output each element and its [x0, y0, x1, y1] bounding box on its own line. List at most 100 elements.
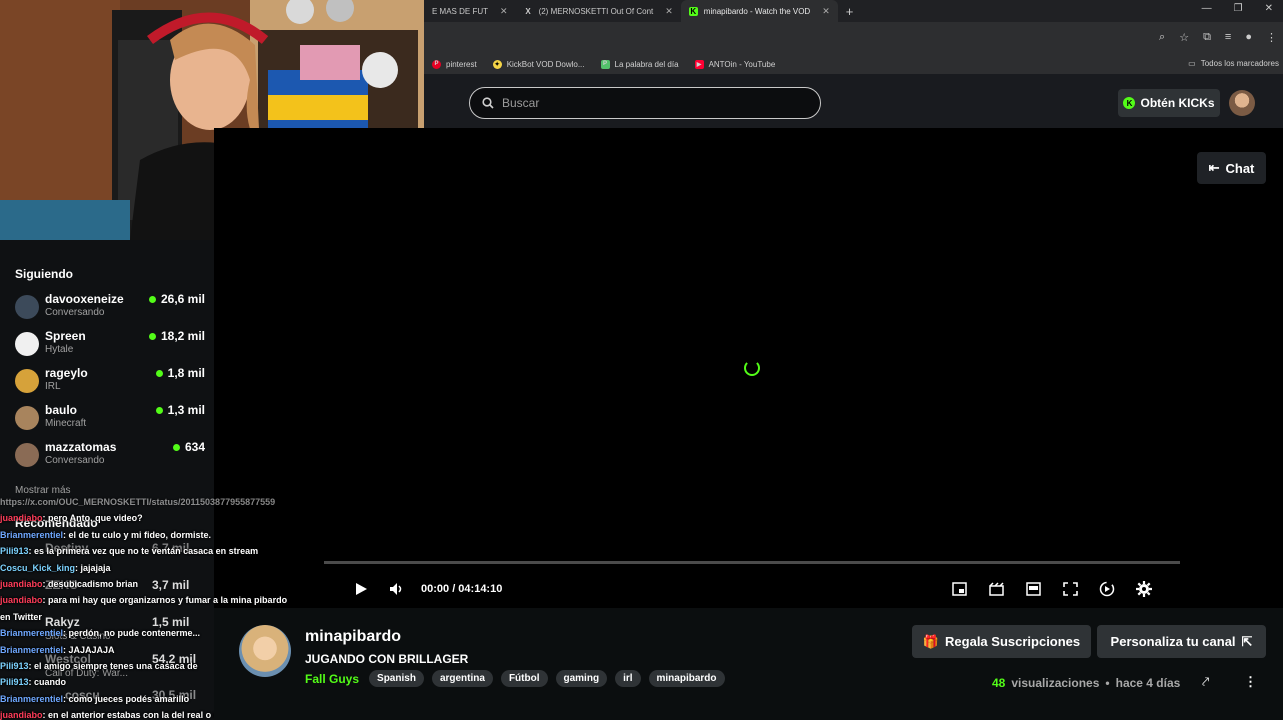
close-icon[interactable]: ✕: [822, 6, 830, 17]
site-header: Buscar K Obtén KICKs: [424, 74, 1283, 128]
avatar: [15, 443, 39, 467]
viewers: 1,3 mil: [167, 403, 205, 417]
tag[interactable]: irl: [615, 670, 641, 687]
avatar: [15, 369, 39, 393]
fullscreen-icon[interactable]: [1063, 582, 1078, 596]
theater-mode-icon[interactable]: [1026, 582, 1041, 596]
avatar: [15, 332, 39, 356]
tag[interactable]: gaming: [555, 670, 608, 687]
window-controls: — ❐ ✕: [1202, 3, 1273, 14]
channel-name[interactable]: minapibardo: [305, 628, 401, 646]
live-dot-icon: [172, 443, 180, 451]
customize-channel-button[interactable]: Personaliza tu canal ⇱: [1097, 625, 1266, 658]
sidebar-channel-spreen[interactable]: Spreen Hytale 18,2 mil: [15, 329, 205, 363]
search-icon: [482, 97, 494, 109]
tab-2-label: (2) MERNOSKETTI Out Of Cont: [538, 6, 654, 16]
chat-line: Pili913: es la primera vez que no te ven…: [0, 546, 259, 557]
profile-icon[interactable]: ●: [1245, 31, 1252, 44]
viewers: 1,8 mil: [167, 366, 205, 380]
miniplayer-icon[interactable]: [952, 582, 967, 596]
share-icon[interactable]: ⤤: [1202, 674, 1209, 690]
channel-avatar[interactable]: [239, 625, 291, 677]
media-icon[interactable]: ≡: [1225, 31, 1231, 44]
channel-category: Minecraft: [45, 418, 87, 429]
palabra-icon: P: [600, 59, 610, 69]
tag-list: Fall Guys Spanish argentina Fútbol gamin…: [305, 670, 725, 687]
viewer-count: 1,3 mil: [155, 403, 205, 417]
zoom-icon[interactable]: ⌕: [1159, 31, 1165, 44]
tag[interactable]: Fútbol: [500, 670, 548, 687]
address-bar-icons: ⌕ ☆ ⧉ ≡ ● ⋮: [1159, 31, 1277, 44]
sidebar-channel-rageylo[interactable]: rageylo IRL 1,8 mil: [15, 366, 205, 400]
chat-line: Brianmerentiel: el de tu culo y mi fideo…: [0, 529, 212, 540]
viewers: 26,6 mil: [160, 292, 205, 306]
pinterest-icon: P: [432, 59, 441, 69]
restore-icon[interactable]: ❐: [1234, 3, 1243, 14]
more-options-icon[interactable]: ⋮: [1244, 674, 1257, 690]
stream-age: hace 4 días: [1115, 676, 1181, 690]
browser-tab-1[interactable]: E MAS DE FUT ✕: [424, 0, 516, 22]
close-icon[interactable]: ✕: [500, 6, 508, 17]
category-link[interactable]: Fall Guys: [305, 672, 359, 686]
sidebar-channel-baulo[interactable]: baulo Minecraft 1,3 mil: [15, 403, 205, 437]
viewers: 634: [184, 440, 205, 454]
address-bar[interactable]: ⌕ ☆ ⧉ ≡ ● ⋮: [424, 22, 1283, 54]
viewer-count: 18,2 mil: [148, 329, 205, 343]
sidebar-channel-davooxeneize[interactable]: davooxeneize Conversando 26,6 mil: [15, 292, 205, 326]
bookmark-pinterest[interactable]: P pinterest: [432, 59, 477, 69]
sidebar-channel-mazzatomas[interactable]: mazzatomas Conversando 634: [15, 440, 205, 474]
get-kicks-button[interactable]: K Obtén KICKs: [1118, 89, 1220, 117]
tag[interactable]: Spanish: [369, 670, 424, 687]
chat-line: https://x.com/OUC_MERNOSKETTI/status/201…: [0, 497, 276, 507]
youtube-icon: ▶: [694, 59, 704, 69]
get-kicks-label: Obtén KICKs: [1140, 96, 1215, 110]
minimize-icon[interactable]: —: [1202, 3, 1212, 14]
video-player[interactable]: ⇤ Chat 00:00 / 04:14:10: [214, 128, 1283, 608]
playback-speed-icon[interactable]: [1099, 581, 1115, 597]
kickbot-icon: ✦: [492, 59, 502, 69]
bookmark-palabra[interactable]: P La palabra del día: [600, 59, 679, 69]
all-bookmarks-label: Todos los marcadores: [1200, 59, 1279, 68]
bookmark-youtube[interactable]: ▶ ANTOin - YouTube: [694, 59, 775, 69]
avatar: [15, 295, 39, 319]
bookmark-star-icon[interactable]: ☆: [1179, 31, 1189, 44]
gift-subs-button[interactable]: 🎁 Regala Suscripciones: [912, 625, 1091, 658]
extensions-icon[interactable]: ⧉: [1203, 31, 1211, 44]
clip-icon[interactable]: [989, 582, 1004, 596]
close-icon[interactable]: ✕: [665, 6, 673, 17]
browser-tab-3[interactable]: K minapibardo - Watch the VOD ✕: [680, 0, 838, 22]
chat-toggle-button[interactable]: ⇤ Chat: [1197, 152, 1266, 184]
tab-1-label: E MAS DE FUT: [432, 6, 489, 16]
all-bookmarks[interactable]: ▭ Todos los marcadores: [1188, 59, 1279, 68]
kick-coin-icon: K: [1123, 97, 1136, 109]
settings-gear-icon[interactable]: [1136, 581, 1152, 597]
channel-category: Hytale: [45, 344, 74, 355]
tab-3-label: minapibardo - Watch the VOD: [703, 6, 811, 16]
channel-category: IRL: [45, 381, 61, 392]
live-dot-icon: [155, 406, 163, 414]
bookmark-kickbot[interactable]: ✦ KickBot VOD Dowlo...: [492, 59, 585, 69]
gift-subs-label: Regala Suscripciones: [945, 634, 1081, 649]
browser-tab-2[interactable]: X (2) MERNOSKETTI Out Of Cont ✕: [516, 0, 681, 22]
viewer-count: 634: [172, 440, 205, 454]
play-icon[interactable]: [354, 582, 368, 596]
tag[interactable]: argentina: [431, 670, 493, 687]
viewer-count: 26,6 mil: [148, 292, 205, 306]
volume-icon[interactable]: [389, 582, 405, 596]
views-info: 48 visualizaciones • hace 4 días: [992, 676, 1180, 690]
gift-icon: 🎁: [922, 633, 940, 649]
avatar: [15, 406, 39, 430]
new-tab-button[interactable]: +: [838, 4, 862, 19]
viewer-count: 1,8 mil: [155, 366, 205, 380]
tag[interactable]: minapibardo: [648, 670, 725, 687]
external-link-icon: ⇱: [1241, 633, 1253, 649]
user-avatar[interactable]: [1229, 90, 1255, 116]
time-display: 00:00 / 04:14:10: [421, 583, 503, 595]
chat-line: juandiabo: para mi hay que organizarnos …: [0, 595, 288, 606]
progress-bar[interactable]: [324, 561, 1180, 564]
separator: •: [1105, 676, 1110, 690]
search-input[interactable]: Buscar: [469, 87, 821, 119]
kick-logo-icon: K: [688, 6, 698, 16]
browser-menu-icon[interactable]: ⋮: [1266, 31, 1277, 44]
close-window-icon[interactable]: ✕: [1265, 3, 1273, 14]
